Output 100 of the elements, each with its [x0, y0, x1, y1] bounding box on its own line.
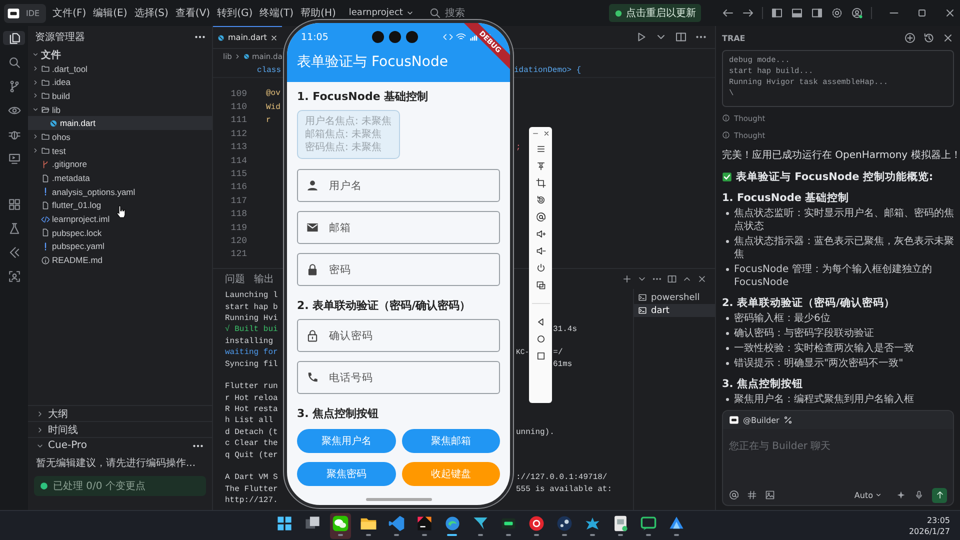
code-text: Wid — [266, 102, 281, 112]
chat-input[interactable]: 您正在与 Builder 聊天 — [723, 429, 953, 485]
input-field[interactable]: 确认密码 — [297, 319, 500, 352]
dart-icon — [217, 34, 225, 42]
input-field[interactable]: 用户名 — [297, 169, 500, 202]
menu-item[interactable]: 编辑(E) — [93, 6, 128, 20]
code-text: @ov — [266, 89, 281, 98]
tree-item[interactable]: analysis_options.yaml — [28, 184, 212, 199]
tree-item[interactable]: ohos — [28, 130, 212, 144]
grid-icon[interactable] — [8, 198, 20, 210]
mode-selector[interactable]: Auto — [848, 489, 888, 501]
chat-composer[interactable]: @Builder 您正在与 Builder 聊天 Auto — [722, 410, 954, 506]
panel-tab[interactable]: 输出 — [254, 272, 274, 286]
screenshot-icon[interactable] — [536, 280, 546, 290]
percent-icon[interactable] — [783, 415, 794, 425]
sidebar-layout-icon[interactable] — [771, 7, 783, 19]
at-icon[interactable] — [536, 212, 546, 222]
back-icon[interactable] — [536, 317, 546, 327]
section-header[interactable]: Cue-Pro — [28, 437, 212, 453]
taskbar-button[interactable] — [330, 512, 350, 538]
panel-title: TRAE — [722, 34, 746, 42]
send-button[interactable] — [932, 488, 947, 502]
tree-item[interactable]: pubspec.yaml — [28, 240, 212, 254]
crop-icon[interactable] — [536, 178, 546, 188]
tree-item[interactable]: test — [28, 144, 212, 158]
tree-item[interactable]: pubspec.lock — [28, 226, 212, 240]
tree-item[interactable]: flutter_01.log — [28, 198, 212, 212]
close-icon[interactable] — [944, 7, 956, 19]
tree-item[interactable]: build — [28, 89, 212, 103]
volume-up-icon[interactable] — [536, 229, 546, 239]
project-selector[interactable]: learnproject — [348, 7, 414, 19]
new-chat-icon[interactable] — [904, 32, 916, 44]
power-icon[interactable] — [536, 263, 546, 273]
menu-icon[interactable] — [536, 144, 546, 154]
menu-item[interactable]: 终端(T) — [260, 6, 294, 20]
files-tab[interactable] — [3, 31, 25, 45]
tree-item[interactable]: .idea — [28, 75, 212, 90]
tree-item[interactable]: lib — [28, 102, 212, 116]
scan-icon[interactable] — [8, 270, 20, 282]
menu-item[interactable]: 选择(S) — [134, 6, 168, 20]
rotate-icon[interactable] — [536, 195, 546, 205]
tree-item[interactable]: .dart_tool — [28, 62, 212, 76]
panel-tab[interactable]: 问题 — [225, 272, 245, 286]
ide-button[interactable]: IDE — [4, 4, 46, 22]
volume-down-icon[interactable] — [536, 246, 546, 256]
search-field[interactable]: 搜索 — [428, 6, 465, 20]
agent-label[interactable]: @Builder — [743, 416, 780, 424]
panel-layout-icon[interactable] — [791, 7, 803, 19]
image-icon[interactable] — [765, 490, 775, 500]
close-icon[interactable] — [942, 32, 954, 44]
at-icon[interactable] — [729, 490, 739, 500]
split-icon[interactable] — [667, 274, 677, 284]
tree-item[interactable]: README.md — [28, 253, 212, 267]
close-icon[interactable] — [270, 34, 278, 42]
mic-icon[interactable] — [914, 490, 924, 500]
code-text: class — [257, 66, 281, 74]
menu-item[interactable]: 转到(G) — [217, 6, 253, 20]
plus-icon[interactable] — [622, 274, 632, 284]
tree-item[interactable]: 文件 — [28, 48, 212, 62]
menu-item[interactable]: 文件(F) — [52, 6, 86, 20]
history-icon[interactable] — [923, 32, 935, 44]
update-button[interactable]: 点击重启以更新 — [609, 4, 701, 22]
hash-icon[interactable] — [747, 490, 757, 500]
chevrons-icon[interactable] — [8, 246, 20, 258]
tree-item[interactable]: main.dart — [28, 116, 212, 130]
input-field[interactable]: 邮箱 — [297, 211, 500, 244]
arrow-right-icon[interactable] — [742, 7, 754, 19]
section-header[interactable]: 大纲 — [28, 405, 212, 421]
section-header[interactable]: 时间线 — [28, 421, 212, 437]
menu-item[interactable]: 查看(V) — [175, 6, 210, 20]
flask-icon[interactable] — [8, 222, 20, 234]
menu-item[interactable]: 帮助(H) — [300, 6, 336, 20]
terminal-icon — [638, 293, 647, 302]
close-icon[interactable] — [542, 130, 550, 137]
home-icon[interactable] — [536, 334, 546, 344]
account-icon[interactable] — [851, 7, 863, 19]
split-icon[interactable] — [675, 31, 687, 43]
branch-icon[interactable] — [8, 80, 20, 92]
tree-item[interactable]: .gitignore — [28, 158, 212, 172]
sidebar-layout-icon[interactable] — [811, 7, 823, 19]
search-icon[interactable] — [8, 56, 20, 68]
monitor-icon[interactable] — [8, 152, 20, 164]
input-field[interactable]: 密码 — [297, 253, 500, 286]
tree-item[interactable]: .metadata — [28, 171, 212, 185]
pin-icon[interactable] — [536, 161, 546, 171]
terminal-item[interactable]: powershell — [634, 291, 715, 304]
terminal-text: installing — [225, 336, 274, 346]
input-field[interactable]: 电话号码 — [297, 361, 500, 394]
files-icon[interactable] — [8, 32, 20, 44]
arrow-left-icon[interactable] — [722, 7, 734, 19]
terminal-item[interactable]: dart — [634, 304, 715, 317]
maximize-icon[interactable] — [916, 7, 928, 19]
recents-icon[interactable] — [536, 351, 546, 361]
terminal-text: r Hot reloa — [225, 394, 279, 403]
tree-item[interactable]: learnproject.iml — [28, 212, 212, 226]
sparkle-icon[interactable] — [896, 490, 906, 500]
start-icon — [276, 515, 292, 532]
clock-date: 2026/1/27 — [908, 526, 950, 537]
close-icon[interactable] — [697, 274, 707, 284]
settings-icon[interactable] — [831, 7, 843, 19]
